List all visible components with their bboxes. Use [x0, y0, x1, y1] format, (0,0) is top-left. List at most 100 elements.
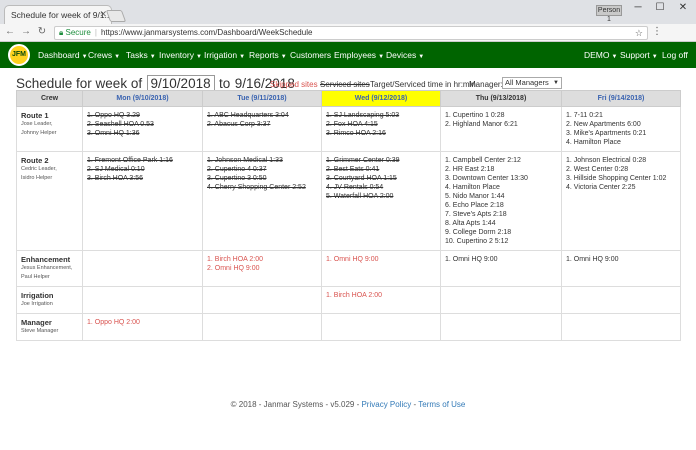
- job-item[interactable]: 6. Echo Place 2:18: [445, 201, 557, 210]
- job-item[interactable]: 3. Mike's Apartments 0:21: [566, 129, 676, 138]
- day-cell[interactable]: 1. Omni HQ 9:00: [321, 250, 441, 287]
- job-item[interactable]: 2. SJ Medical 0:10: [87, 165, 198, 174]
- day-cell[interactable]: [321, 313, 441, 341]
- nav-tasks[interactable]: Tasks ▼: [126, 50, 156, 60]
- nav-inventory[interactable]: Inventory ▼: [159, 50, 202, 60]
- job-item[interactable]: 1. 7-11 0:21: [566, 111, 676, 120]
- day-cell[interactable]: 1. 7-11 0:21 2. New Apartments 6:00 3. Mik…: [561, 106, 681, 152]
- job-item[interactable]: 2. West Center 0:28: [566, 165, 676, 174]
- crew-name[interactable]: Irrigation: [21, 291, 78, 300]
- job-item[interactable]: 2. Abacus Corp 3:37: [207, 120, 317, 129]
- day-cell[interactable]: 1. Omni HQ 9:00: [440, 250, 562, 287]
- job-item[interactable]: 2. HR East 2:18: [445, 165, 557, 174]
- crew-cell[interactable]: Enhancement Jesus Enhancement, Paul Helper: [16, 250, 83, 287]
- crew-name[interactable]: Route 2: [21, 156, 78, 165]
- job-item[interactable]: 4. Victoria Center 2:25: [566, 183, 676, 192]
- nav-logoff[interactable]: Log off: [662, 50, 688, 60]
- job-item[interactable]: 3. Courtyard HOA 1:15: [326, 174, 436, 183]
- day-cell[interactable]: 1. Johnson Electrical 0:28 2. West Center…: [561, 151, 681, 251]
- job-item[interactable]: 1. Omni HQ 9:00: [566, 255, 676, 264]
- day-cell[interactable]: 1. ABC Headquarters 3:04 2. Abacus Corp 3…: [202, 106, 322, 152]
- nav-employees[interactable]: Employees ▼: [334, 50, 384, 60]
- url-input[interactable]: 🔒︎ Secure | https://www.janmarsystems.com/…: [54, 26, 648, 40]
- job-item[interactable]: 3. Birch HOA 3:56: [87, 174, 198, 183]
- job-item[interactable]: 1. Grimmer Center 0:39: [326, 156, 436, 165]
- new-tab-button[interactable]: [105, 10, 127, 22]
- job-item[interactable]: 5. Nido Manor 1:44: [445, 192, 557, 201]
- job-item[interactable]: 8. Alta Apts 1:44: [445, 219, 557, 228]
- day-cell[interactable]: 1. Omni HQ 9:00: [561, 250, 681, 287]
- job-item[interactable]: 1. SJ Landscaping 5:03: [326, 111, 436, 120]
- job-item[interactable]: 1. Omni HQ 9:00: [445, 255, 557, 264]
- nav-irrigation[interactable]: Irrigation ▼: [204, 50, 245, 60]
- nav-dashboard[interactable]: Dashboard ▼: [38, 50, 88, 60]
- job-item[interactable]: 3. Rimco HOA 2:16: [326, 129, 436, 138]
- nav-reports[interactable]: Reports ▼: [249, 50, 287, 60]
- crew-name[interactable]: Enhancement: [21, 255, 78, 264]
- job-item[interactable]: 1. Birch HOA 2:00: [207, 255, 317, 264]
- job-item[interactable]: 2. Highland Manor 6:21: [445, 120, 557, 129]
- day-cell[interactable]: [440, 313, 562, 341]
- job-item[interactable]: 1. Johnson Electrical 0:28: [566, 156, 676, 165]
- day-cell[interactable]: [440, 286, 562, 314]
- header-mon[interactable]: Mon (9/10/2018): [82, 90, 203, 107]
- job-item[interactable]: 1. Fremont Office Park 1:16: [87, 156, 198, 165]
- job-item[interactable]: 1. Birch HOA 2:00: [326, 291, 436, 300]
- day-cell[interactable]: [561, 313, 681, 341]
- day-cell[interactable]: 1. Birch HOA 2:00: [321, 286, 441, 314]
- crew-cell[interactable]: Manager Steve Manager: [16, 313, 83, 341]
- day-cell[interactable]: 1. Grimmer Center 0:39 2. Best Eats 0:41 3…: [321, 151, 441, 251]
- day-cell[interactable]: 1. Cupertino 1 0:28 2. Highland Manor 6:2…: [440, 106, 562, 152]
- window-close-icon[interactable]: ✕: [673, 2, 693, 13]
- nav-demo[interactable]: DEMO ▼: [584, 50, 617, 60]
- job-item[interactable]: 2. Best Eats 0:41: [326, 165, 436, 174]
- crew-cell[interactable]: Irrigation Joe Irrigation: [16, 286, 83, 314]
- job-item[interactable]: 1. Oppo HQ 2:00: [87, 318, 198, 327]
- job-item[interactable]: 10. Cupertino 2 5:12: [445, 237, 557, 246]
- crew-name[interactable]: Manager: [21, 318, 78, 327]
- day-cell[interactable]: [82, 250, 203, 287]
- day-cell[interactable]: [561, 286, 681, 314]
- jfm-logo[interactable]: JFM: [8, 44, 30, 66]
- job-item[interactable]: 3. Hillside Shopping Center 1:02: [566, 174, 676, 183]
- bookmark-star-icon[interactable]: ☆: [635, 27, 643, 39]
- job-item[interactable]: 1. Cupertino 1 0:28: [445, 111, 557, 120]
- job-item[interactable]: 3. Cupertino 3 0:50: [207, 174, 317, 183]
- job-item[interactable]: 2. Fox HOA 4:15: [326, 120, 436, 129]
- job-item[interactable]: 9. College Dorm 2:18: [445, 228, 557, 237]
- header-tue[interactable]: Tue (9/11/2018): [202, 90, 322, 107]
- maximize-icon[interactable]: ☐: [650, 2, 670, 13]
- crew-name[interactable]: Route 1: [21, 111, 78, 120]
- manager-select[interactable]: All Managers ▼: [502, 77, 562, 89]
- job-item[interactable]: 3. Omni HQ 1:36: [87, 129, 198, 138]
- job-item[interactable]: 2. Cupertino 4 0:37: [207, 165, 317, 174]
- minimize-icon[interactable]: ─: [628, 2, 648, 13]
- nav-crews[interactable]: Crews ▼: [88, 50, 120, 60]
- nav-customers[interactable]: Customers: [290, 50, 331, 60]
- job-item[interactable]: 5. Waterfall HOA 2:00: [326, 192, 436, 201]
- job-item[interactable]: 2. Omni HQ 9:00: [207, 264, 317, 273]
- day-cell[interactable]: 1. Oppo HQ 2:00: [82, 313, 203, 341]
- day-cell[interactable]: 1. Johnson Medical 1:33 2. Cupertino 4 0:…: [202, 151, 322, 251]
- privacy-policy-link[interactable]: Privacy Policy: [361, 400, 411, 409]
- day-cell[interactable]: [82, 286, 203, 314]
- job-item[interactable]: 1. ABC Headquarters 3:04: [207, 111, 317, 120]
- header-fri[interactable]: Fri (9/14/2018): [561, 90, 681, 107]
- nav-devices[interactable]: Devices ▼: [386, 50, 424, 60]
- day-cell[interactable]: 1. Birch HOA 2:00 2. Omni HQ 9:00: [202, 250, 322, 287]
- job-item[interactable]: 4. Cherry Shopping Center 2:52: [207, 183, 317, 192]
- back-icon[interactable]: ←: [4, 26, 16, 37]
- browser-tab[interactable]: Schedule for week of 9/1... ✕: [4, 5, 112, 24]
- header-wed[interactable]: Wed (9/12/2018): [321, 90, 441, 107]
- day-cell[interactable]: 1. Fremont Office Park 1:16 2. SJ Medical…: [82, 151, 203, 251]
- job-item[interactable]: 1. Omni HQ 9:00: [326, 255, 436, 264]
- job-item[interactable]: 7. Steve's Apts 2:18: [445, 210, 557, 219]
- reload-icon[interactable]: ↻: [36, 26, 48, 37]
- crew-cell[interactable]: Route 1 Jose Leader, Johnny Helper: [16, 106, 83, 152]
- job-item[interactable]: 4. Hamilton Place: [566, 138, 676, 147]
- job-item[interactable]: 3. Downtown Center 13:30: [445, 174, 557, 183]
- nav-support[interactable]: Support ▼: [620, 50, 658, 60]
- forward-icon[interactable]: →: [20, 26, 32, 37]
- terms-of-use-link[interactable]: Terms of Use: [418, 400, 465, 409]
- job-item[interactable]: 2. Seashell HOA 0.53: [87, 120, 198, 129]
